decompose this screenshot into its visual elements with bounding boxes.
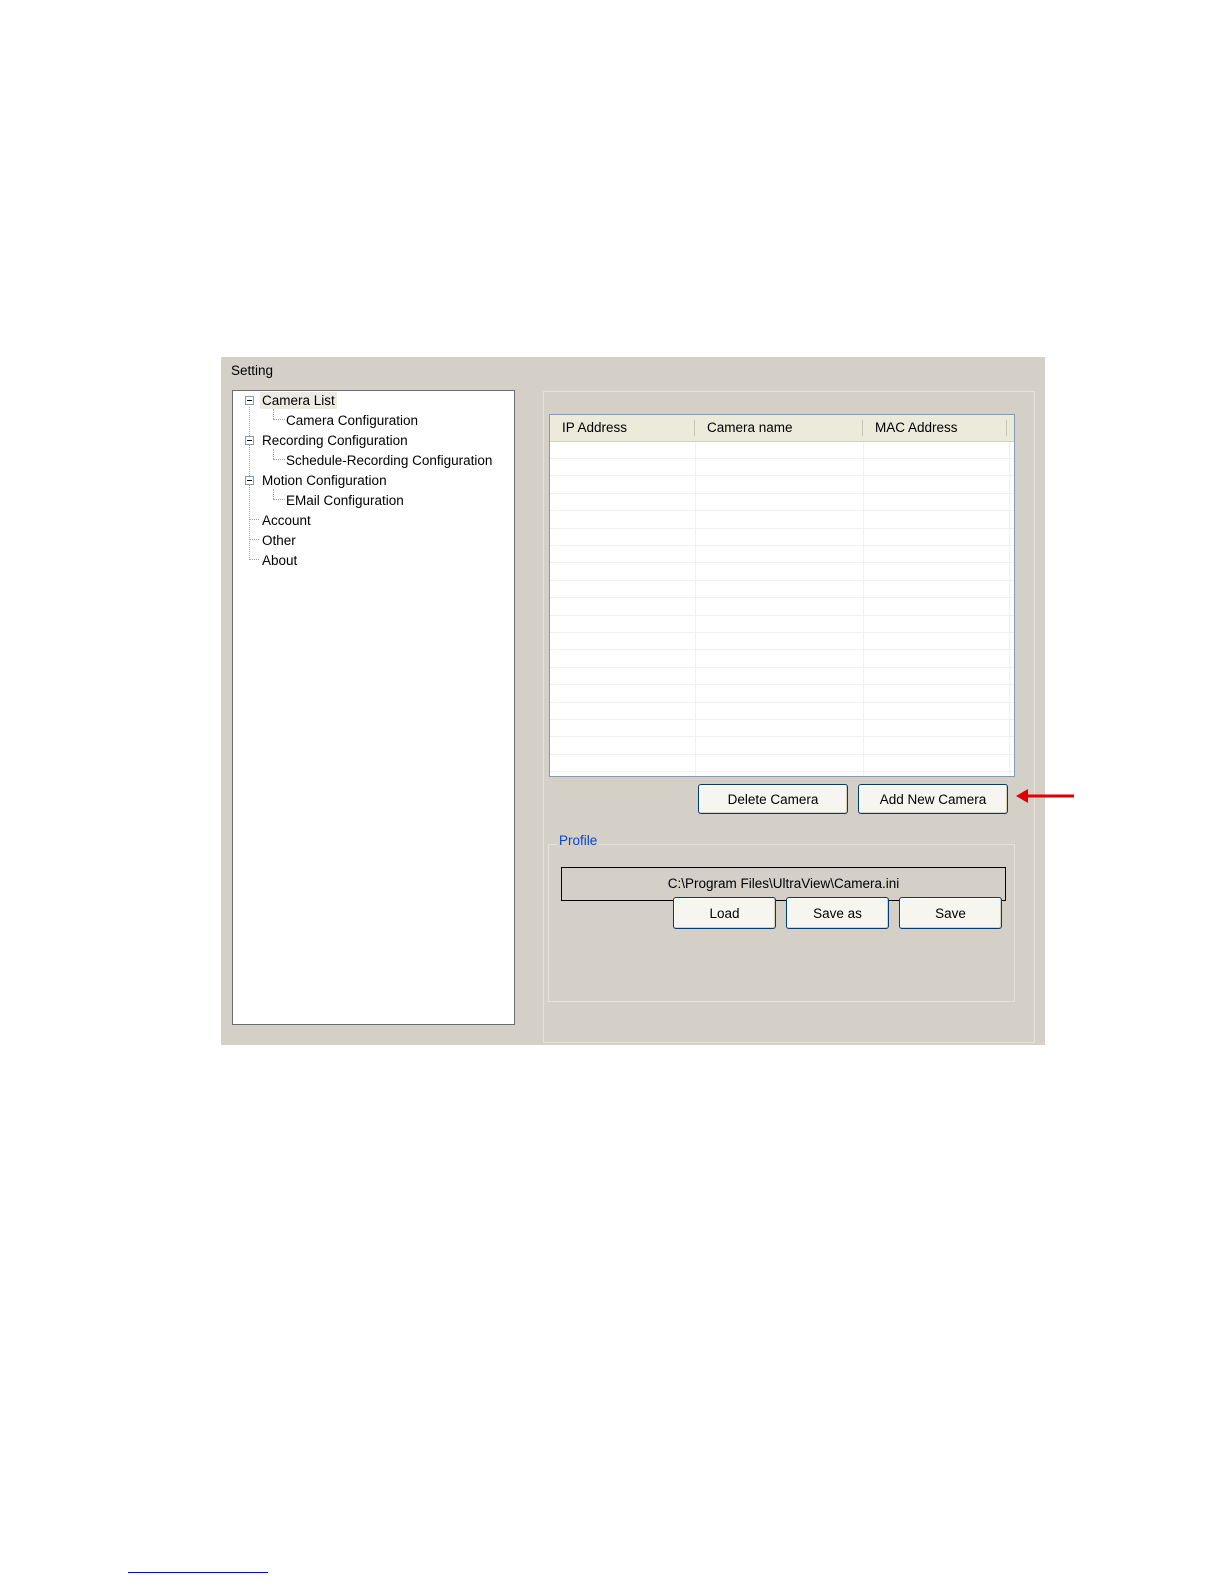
settings-window: Setting Camera List Camera Configuration… (221, 357, 1074, 1045)
column-separator[interactable] (1006, 420, 1007, 436)
tree-item-other[interactable]: Other (260, 532, 298, 549)
tree-item-recording-configuration[interactable]: Recording Configuration (260, 432, 410, 449)
table-row[interactable] (550, 720, 1014, 738)
collapse-icon[interactable] (245, 396, 254, 405)
column-header-camera-name[interactable]: Camera name (695, 415, 863, 441)
table-row[interactable] (550, 442, 1014, 459)
table-row[interactable] (550, 633, 1014, 651)
tree-connector (249, 559, 259, 560)
save-as-button[interactable]: Save as (786, 897, 889, 929)
table-row[interactable] (550, 599, 1014, 616)
add-new-camera-button[interactable]: Add New Camera (858, 784, 1008, 814)
footnote-rule (128, 1572, 268, 1573)
settings-tree[interactable]: Camera List Camera Configuration Recordi… (232, 390, 515, 1025)
tree-connector (273, 449, 274, 459)
table-body[interactable] (550, 442, 1014, 776)
table-row[interactable] (550, 529, 1014, 546)
table-row[interactable] (550, 477, 1014, 494)
column-header-ip-address[interactable]: IP Address (550, 415, 695, 441)
table-row[interactable] (550, 512, 1014, 529)
tree-connector (273, 409, 274, 419)
table-row[interactable] (550, 668, 1014, 686)
tree-item-account[interactable]: Account (260, 512, 313, 529)
table-row[interactable] (550, 546, 1014, 564)
tree-item-camera-configuration[interactable]: Camera Configuration (284, 412, 420, 429)
table-row[interactable] (550, 703, 1014, 720)
table-row[interactable] (550, 616, 1014, 633)
tree-connector (273, 489, 274, 499)
tree-item-camera-list[interactable]: Camera List (260, 392, 337, 409)
collapse-icon[interactable] (245, 436, 254, 445)
collapse-icon[interactable] (245, 476, 254, 485)
table-row[interactable] (550, 564, 1014, 581)
profile-label: Profile (557, 833, 600, 848)
save-button[interactable]: Save (899, 897, 1002, 929)
table-header: IP Address Camera name MAC Address (550, 415, 1014, 442)
tree-item-schedule-recording-configuration[interactable]: Schedule-Recording Configuration (284, 452, 494, 469)
table-row[interactable] (550, 459, 1014, 477)
table-row[interactable] (550, 738, 1014, 755)
camera-list-table[interactable]: IP Address Camera name MAC Address (549, 414, 1015, 777)
table-row[interactable] (550, 755, 1014, 773)
table-row[interactable] (550, 581, 1014, 599)
tree-item-motion-configuration[interactable]: Motion Configuration (260, 472, 389, 489)
tree-item-email-configuration[interactable]: EMail Configuration (284, 492, 406, 509)
table-row[interactable] (550, 494, 1014, 512)
tree-item-about[interactable]: About (260, 552, 299, 569)
delete-camera-button[interactable]: Delete Camera (698, 784, 848, 814)
profile-path-field: C:\Program Files\UltraView\Camera.ini (561, 867, 1006, 901)
column-header-mac-address[interactable]: MAC Address (863, 415, 1008, 441)
table-row[interactable] (550, 773, 1014, 776)
callout-arrow-icon (1016, 789, 1074, 803)
table-row[interactable] (550, 651, 1014, 668)
tree-connector (249, 539, 259, 540)
table-row[interactable] (550, 686, 1014, 703)
window-title: Setting (231, 363, 274, 378)
tree-connector (249, 519, 259, 520)
load-button[interactable]: Load (673, 897, 776, 929)
